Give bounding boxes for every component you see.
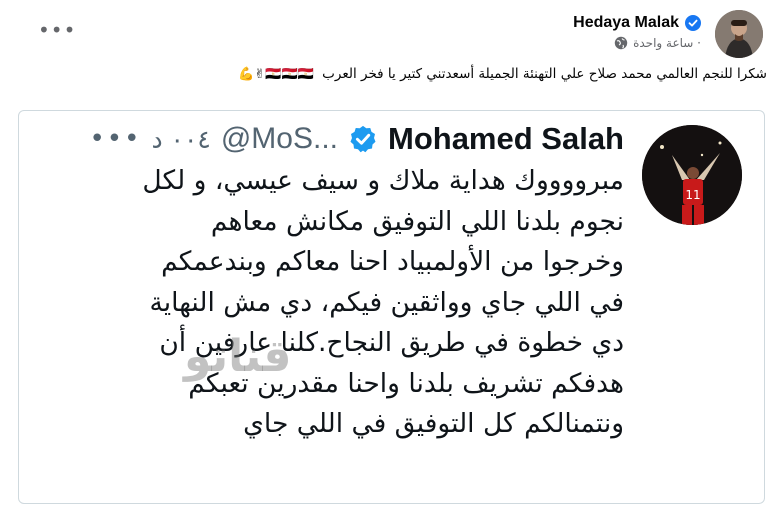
verified-badge-icon [685,15,701,31]
author-row: Hedaya Malak [573,14,701,32]
svg-text:11: 11 [685,188,700,202]
tweet-author-avatar: 11 [642,125,742,225]
tweet-header: ••• ٠٠٤ د @MoS... Mohamed Salah [89,121,624,157]
tweet-time: ٠٠٤ د [151,124,211,154]
avatar-image [715,10,763,58]
post-meta: ساعة واحدة · [614,36,701,50]
post-time[interactable]: ساعة واحدة · [633,36,701,50]
tweet-line: مبرووووك هداية ملاك و سيف عيسي، و لكل [142,165,624,196]
tweet-author-name: Mohamed Salah [388,121,624,156]
author-avatar[interactable] [715,10,763,58]
more-options-icon[interactable]: ••• [38,20,76,40]
post-text-body: شكرا للنجم العالمي محمد صلاح علي التهنئة… [322,66,767,82]
tweet-line: في اللي جاي وواثقين فيكم، دي مش النهاية [149,286,624,318]
globe-icon [614,36,628,50]
channel-watermark: قناتو [184,331,292,382]
author-name[interactable]: Hedaya Malak [573,14,679,32]
tweet-handle: @MoS... [220,122,338,155]
post-header: ••• Hedaya Malak ساعة واحدة · [0,8,781,58]
post-text: شكرا للنجم العالمي محمد صلاح علي التهنئة… [238,66,767,82]
tweet-line: وخرجوا من الأولمبياد احنا معاكم وبندعمكم [161,246,624,277]
tweet-line: نجوم بلدنا اللي التوفيق مكانش معاهم [210,205,624,237]
tweet-more-icon: ••• [89,124,142,154]
post-emojis: 🇪🇬🇪🇬🇪🇬✌💪 [238,67,314,82]
tweet-line: ونتمنالكم كل التوفيق في اللي جاي [243,408,624,439]
verified-badge-icon [350,125,376,153]
embedded-tweet-screenshot: 11 ••• ٠٠٤ د @MoS... Mohamed Salah مبروو… [18,110,765,504]
tweet-body: مبرووووك هداية ملاك و سيف عيسي، و لكل نج… [142,161,624,445]
tweet-avatar-image: 11 [642,125,742,225]
